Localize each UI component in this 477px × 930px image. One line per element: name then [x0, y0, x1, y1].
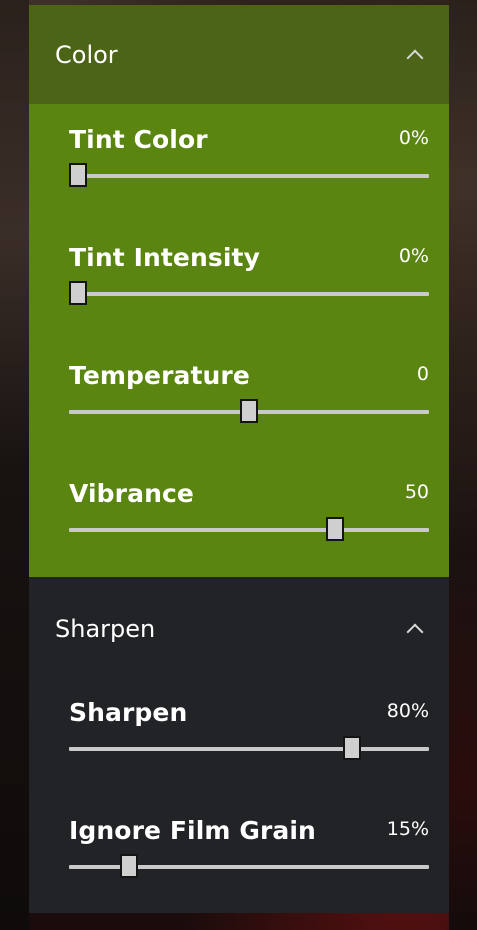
color-section-header[interactable]: Color	[29, 5, 449, 104]
ignore-film-grain-thumb[interactable]	[120, 854, 139, 878]
sharpen-section-title: Sharpen	[55, 614, 156, 643]
vibrance-label: Vibrance	[69, 479, 194, 508]
ignore-film-grain-label: Ignore Film Grain	[69, 816, 316, 845]
ignore-film-grain-slider: Ignore Film Grain 15%	[69, 816, 429, 906]
tint-color-slider: Tint Color 0%	[69, 125, 429, 215]
ignore-film-grain-value: 15%	[386, 818, 429, 840]
chevron-up-icon[interactable]	[406, 49, 424, 66]
background-left	[0, 0, 29, 930]
tint-intensity-slider: Tint Intensity 0%	[69, 243, 429, 333]
chevron-up-icon[interactable]	[406, 623, 424, 640]
temperature-label: Temperature	[69, 361, 250, 390]
vibrance-track[interactable]	[69, 528, 429, 532]
tint-intensity-thumb[interactable]	[69, 281, 87, 305]
temperature-slider: Temperature 0	[69, 361, 429, 451]
filter-panel: Color Tint Color 0% Tint Intensity 0% Te…	[29, 5, 449, 913]
tint-intensity-value: 0%	[398, 245, 429, 267]
vibrance-thumb[interactable]	[325, 517, 344, 541]
tint-intensity-label: Tint Intensity	[69, 243, 260, 272]
sharpen-section-header[interactable]: Sharpen	[29, 577, 449, 680]
sharpen-label: Sharpen	[69, 698, 188, 727]
vibrance-slider: Vibrance 50	[69, 479, 429, 569]
tint-intensity-track[interactable]	[69, 292, 429, 296]
sharpen-section-body: Sharpen 80% Ignore Film Grain 15%	[29, 680, 449, 913]
sharpen-slider: Sharpen 80%	[69, 698, 429, 788]
temperature-thumb[interactable]	[240, 399, 258, 423]
vibrance-value: 50	[404, 481, 429, 503]
tint-color-thumb[interactable]	[69, 163, 87, 187]
color-section-body: Tint Color 0% Tint Intensity 0% Temperat…	[29, 104, 449, 577]
tint-color-track[interactable]	[69, 174, 429, 178]
sharpen-value: 80%	[386, 700, 429, 722]
color-section-title: Color	[55, 40, 118, 69]
background-right	[449, 0, 477, 930]
sharpen-track[interactable]	[69, 747, 429, 751]
tint-color-label: Tint Color	[69, 125, 208, 154]
tint-color-value: 0%	[398, 127, 429, 149]
sharpen-thumb[interactable]	[342, 736, 361, 760]
temperature-value: 0	[416, 363, 429, 385]
